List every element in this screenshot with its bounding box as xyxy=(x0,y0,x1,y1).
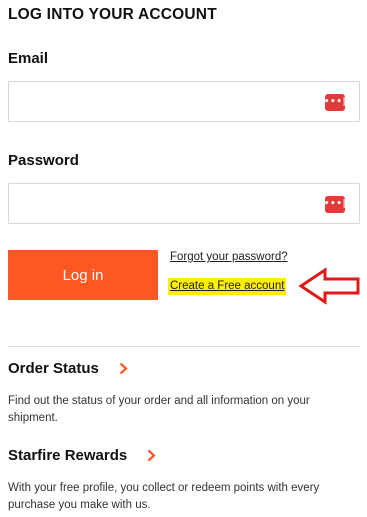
starfire-rewards-link[interactable]: Starfire Rewards xyxy=(8,447,156,464)
create-account-link[interactable]: Create a Free account xyxy=(168,278,287,295)
login-button[interactable]: Log in xyxy=(8,250,158,300)
starfire-rewards-description: With your free profile, you collect or r… xyxy=(8,482,320,511)
order-status-description: Find out the status of your order and al… xyxy=(8,395,310,424)
email-label: Email xyxy=(8,50,49,67)
password-label: Password xyxy=(8,152,79,169)
chevron-right-icon xyxy=(119,362,128,375)
email-field[interactable] xyxy=(9,82,329,121)
annotation-arrow-icon xyxy=(298,267,360,305)
page-title: LOG INTO YOUR ACCOUNT xyxy=(8,6,217,23)
forgot-password-link[interactable]: Forgot your password? xyxy=(170,251,288,263)
starfire-rewards-title: Starfire Rewards xyxy=(8,447,128,464)
order-status-title: Order Status xyxy=(8,360,99,377)
order-status-link[interactable]: Order Status xyxy=(8,360,128,377)
password-manager-icon[interactable]: •••| xyxy=(324,94,346,111)
email-field-wrapper: •••| xyxy=(8,81,360,122)
password-field[interactable] xyxy=(9,184,329,223)
divider xyxy=(8,346,360,347)
password-field-wrapper: •••| xyxy=(8,183,360,224)
chevron-right-icon xyxy=(147,449,156,462)
password-manager-icon[interactable]: •••| xyxy=(324,196,346,213)
